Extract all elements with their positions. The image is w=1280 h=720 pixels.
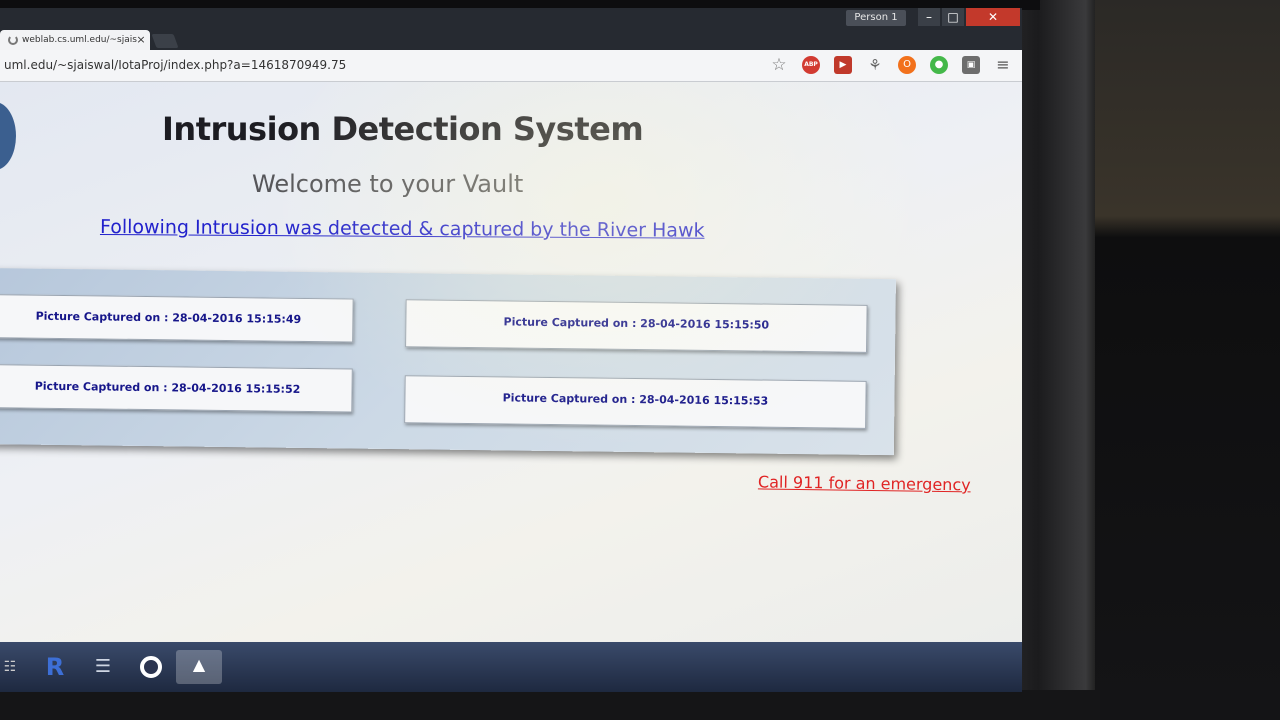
- new-tab-button[interactable]: [151, 34, 179, 48]
- page-title: Intrusion Detection System: [162, 110, 644, 148]
- apps-grid-icon[interactable]: ☷: [0, 652, 20, 682]
- browser-menu-icon[interactable]: ≡: [994, 56, 1012, 74]
- tab-close-icon[interactable]: ×: [134, 30, 148, 50]
- screen: Person 1 – □ ✕ weblab.cs.uml.edu/~sjais …: [0, 8, 1022, 692]
- intrusion-link[interactable]: Following Intrusion was detected & captu…: [100, 216, 720, 242]
- page-subtitle: Welcome to your Vault: [252, 170, 524, 198]
- active-window-icon[interactable]: ▲: [176, 650, 222, 684]
- bookmark-star-icon[interactable]: ☆: [770, 56, 788, 74]
- address-bar[interactable]: uml.edu/~sjaiswal/IotaProj/index.php?a=1…: [0, 53, 770, 77]
- capture-card[interactable]: Picture Captured on : 28-04-2016 15:15:5…: [404, 375, 867, 429]
- minimize-button[interactable]: –: [918, 8, 940, 26]
- green-extension-icon[interactable]: ●: [930, 56, 948, 74]
- monitor-bezel-bottom: [0, 690, 1100, 720]
- web-page: Intrusion Detection System Welcome to yo…: [0, 82, 1022, 642]
- tab-strip: weblab.cs.uml.edu/~sjais ×: [0, 28, 1022, 50]
- chrome-icon[interactable]: [136, 652, 166, 682]
- media-extension-icon[interactable]: ▶: [834, 56, 852, 74]
- taskbar: ☷ R ☰ ▲: [0, 642, 1022, 692]
- capture-gallery: Picture Captured on : 28-04-2016 15:15:4…: [0, 268, 896, 456]
- file-explorer-icon[interactable]: ☰: [88, 652, 118, 682]
- browser-toolbar: uml.edu/~sjaiswal/IotaProj/index.php?a=1…: [0, 50, 1022, 82]
- chrome-ring-icon: [140, 656, 162, 678]
- logo-peek: [0, 102, 16, 170]
- browser-titlebar: Person 1 – □ ✕: [0, 8, 1022, 30]
- tab-index-page[interactable]: weblab.cs.uml.edu/~sjais ×: [0, 30, 150, 50]
- capture-card[interactable]: Picture Captured on : 28-04-2016 15:15:5…: [0, 364, 353, 413]
- adblock-icon[interactable]: ABP: [802, 56, 820, 74]
- box-extension-icon[interactable]: ▣: [962, 56, 980, 74]
- loading-spinner-icon: [8, 35, 18, 45]
- extension-puzzle-icon[interactable]: ⚘: [866, 56, 884, 74]
- tab-title: weblab.cs.uml.edu/~sjais: [22, 35, 137, 45]
- capture-card[interactable]: Picture Captured on : 28-04-2016 15:15:4…: [0, 294, 354, 343]
- maximize-button[interactable]: □: [942, 8, 964, 26]
- orange-extension-icon[interactable]: O: [898, 56, 916, 74]
- close-window-button[interactable]: ✕: [966, 8, 1020, 26]
- r-app-icon[interactable]: R: [42, 652, 68, 682]
- profile-button[interactable]: Person 1: [846, 10, 906, 26]
- capture-card[interactable]: Picture Captured on : 28-04-2016 15:15:5…: [405, 299, 868, 353]
- emergency-link[interactable]: Call 911 for an emergency: [758, 472, 988, 494]
